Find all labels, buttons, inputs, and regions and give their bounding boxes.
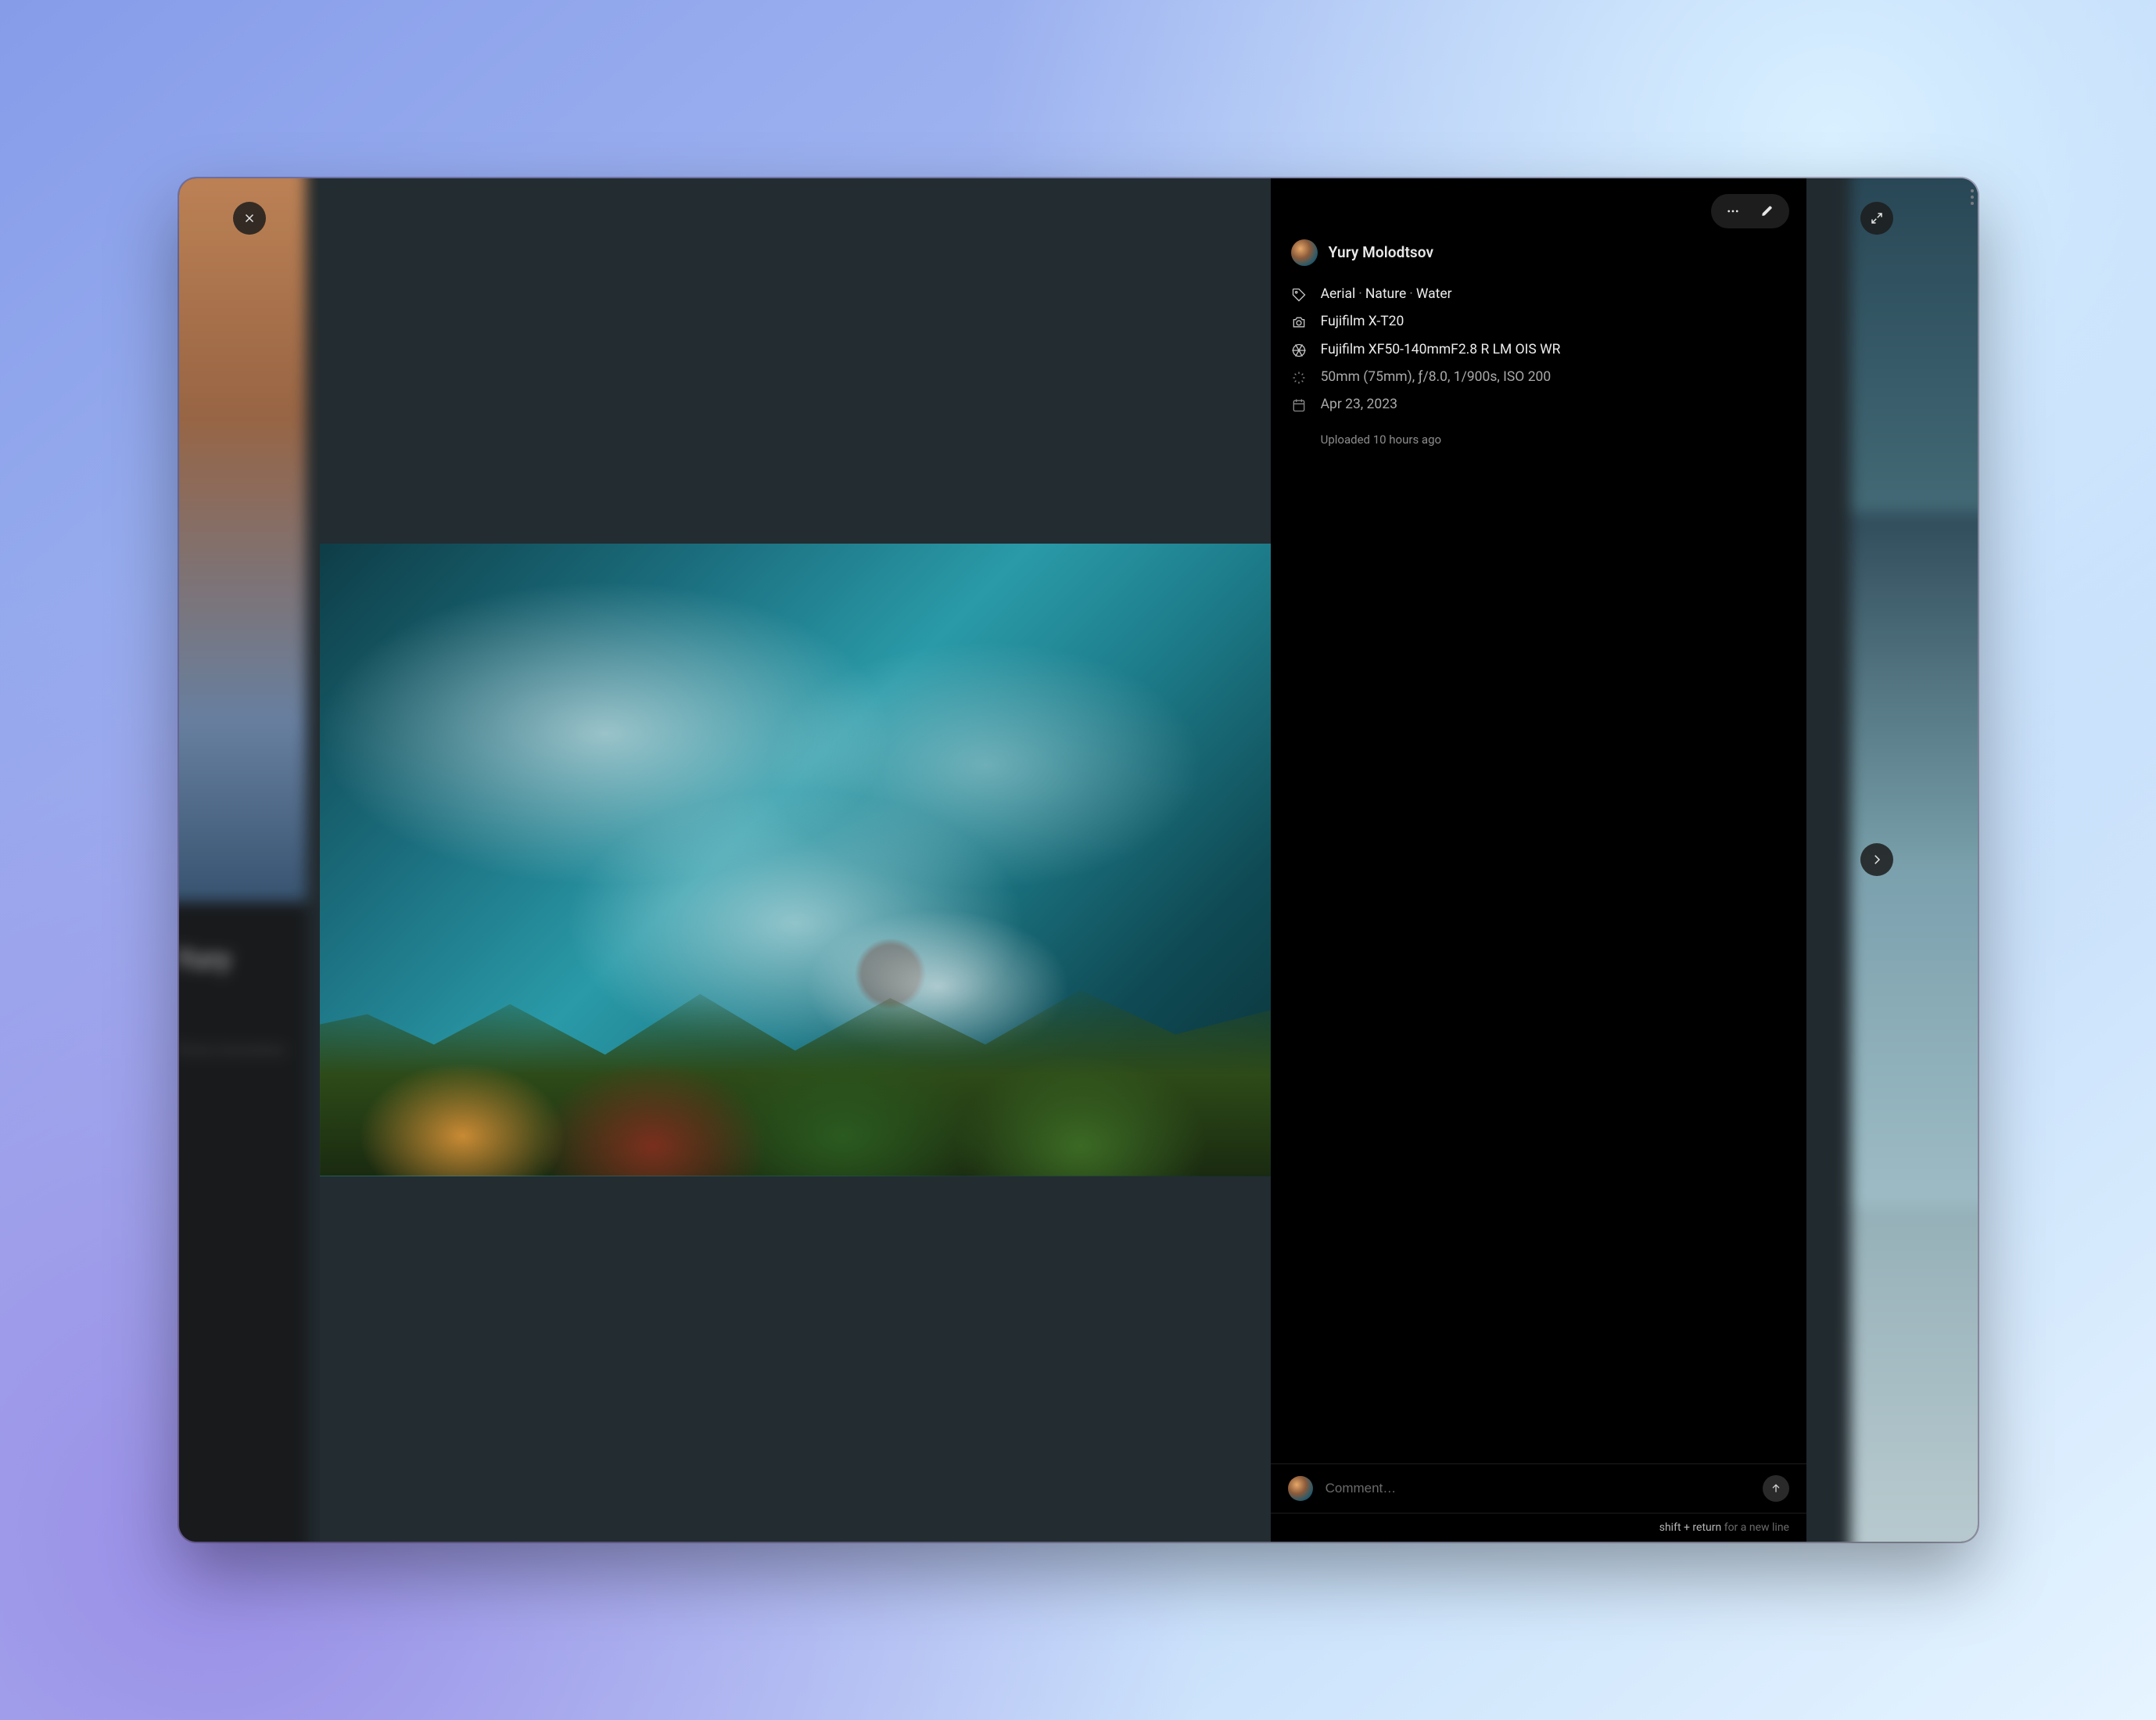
lightbox-overlay: Yury Molodtsov Aerial·Nature·Water Fujif…: [179, 178, 1978, 1542]
author-name: Yury Molodtsov: [1329, 243, 1434, 261]
chevron-right-icon: [1870, 853, 1884, 867]
expand-button[interactable]: [1860, 202, 1893, 235]
edit-button[interactable]: [1750, 194, 1785, 228]
next-button[interactable]: [1860, 843, 1893, 876]
left-gutter: [179, 178, 321, 1542]
camera-row: Fujifilm X-T20: [1291, 312, 1786, 332]
close-button[interactable]: [233, 202, 266, 235]
app-window: Yury Photos Somewhere: [179, 178, 1978, 1542]
aperture-icon: [1291, 343, 1307, 358]
send-button[interactable]: [1763, 1475, 1789, 1502]
exposure-row: 50mm (75mm), ƒ/8.0, 1/900s, ISO 200: [1291, 368, 1786, 387]
right-gutter: [1806, 178, 1948, 1542]
keyboard-hint: shift + return for a new line: [1271, 1513, 1806, 1542]
exposure-icon: [1291, 370, 1307, 386]
tag-icon: [1291, 287, 1307, 303]
more-button[interactable]: [1716, 194, 1750, 228]
photo: [320, 544, 1271, 1176]
details-panel: Yury Molodtsov Aerial·Nature·Water Fujif…: [1271, 178, 1806, 1542]
lens-value: Fujifilm XF50-140mmF2.8 R LM OIS WR: [1321, 340, 1561, 360]
date-value: Apr 23, 2023: [1321, 395, 1397, 415]
more-horizontal-icon: [1726, 204, 1740, 218]
avatar: [1288, 1476, 1313, 1501]
tags-row: Aerial·Nature·Water: [1291, 285, 1786, 304]
window-menu-dots-icon[interactable]: [1971, 189, 1974, 205]
uploaded-label: Uploaded 10 hours ago: [1291, 433, 1786, 447]
avatar: [1291, 239, 1318, 266]
pencil-icon: [1760, 204, 1774, 218]
calendar-icon: [1291, 397, 1307, 413]
tag-item[interactable]: Water: [1416, 286, 1452, 302]
comment-bar: [1271, 1463, 1806, 1513]
expand-icon: [1870, 211, 1884, 225]
lens-row: Fujifilm XF50-140mmF2.8 R LM OIS WR: [1291, 340, 1786, 360]
tags-value[interactable]: Aerial·Nature·Water: [1321, 285, 1452, 304]
tag-item[interactable]: Nature: [1365, 286, 1406, 302]
author-row[interactable]: Yury Molodtsov: [1291, 239, 1786, 266]
photo-viewer[interactable]: [320, 178, 1271, 1542]
comment-input[interactable]: [1326, 1481, 1750, 1496]
arrow-up-icon: [1770, 1482, 1782, 1495]
panel-actions: [1711, 194, 1789, 228]
date-row: Apr 23, 2023: [1291, 395, 1786, 415]
camera-value: Fujifilm X-T20: [1321, 312, 1404, 332]
hint-rest: for a new line: [1721, 1521, 1789, 1534]
close-icon: [242, 211, 256, 225]
camera-icon: [1291, 314, 1307, 330]
hint-combo: shift + return: [1659, 1521, 1722, 1534]
exposure-value: 50mm (75mm), ƒ/8.0, 1/900s, ISO 200: [1321, 368, 1552, 387]
tag-item[interactable]: Aerial: [1321, 286, 1356, 302]
